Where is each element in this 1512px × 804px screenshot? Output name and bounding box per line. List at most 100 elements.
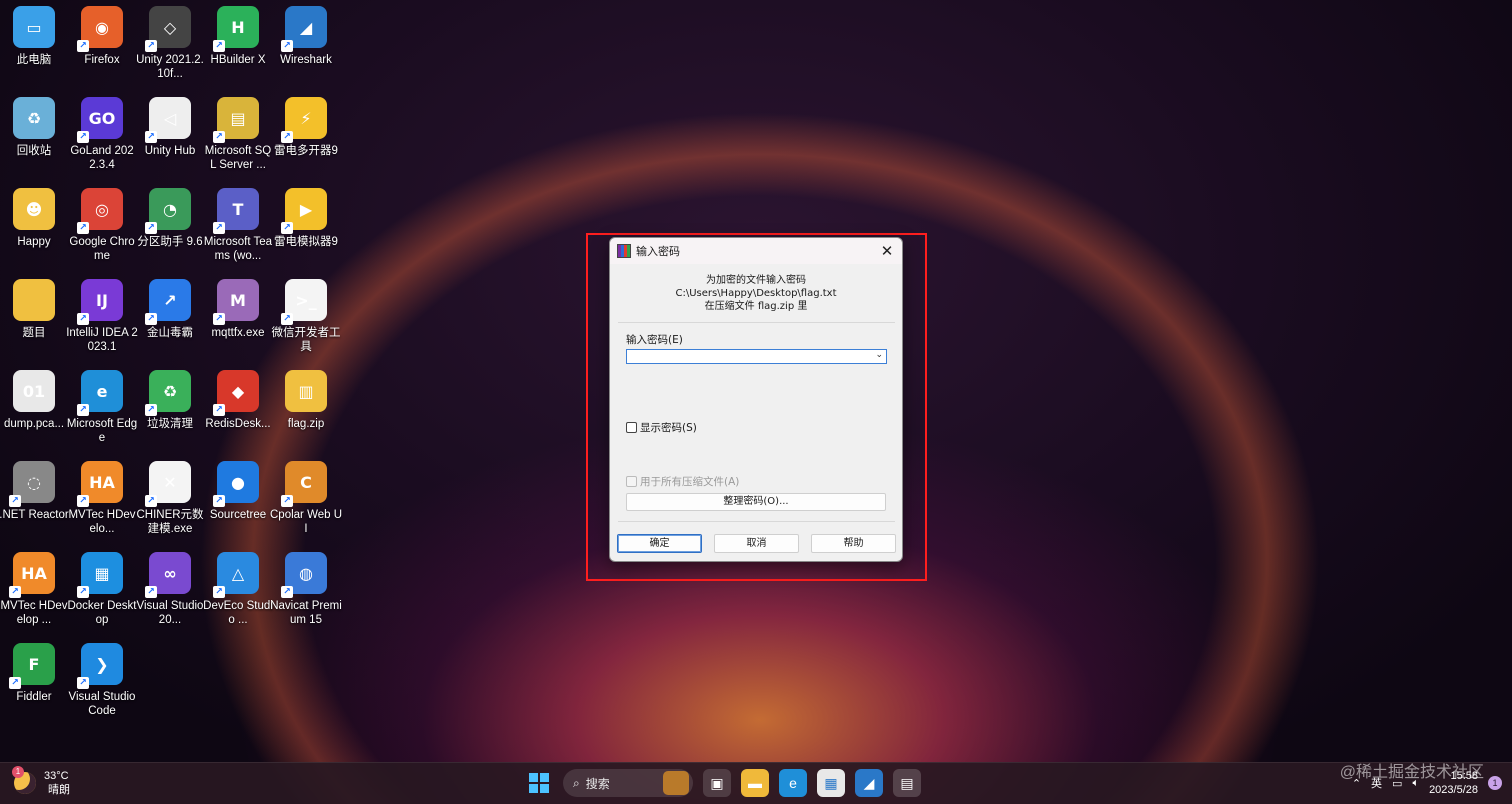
docker-icon: ▦ ↗ xyxy=(77,552,123,598)
cleaner-icon: ♻ ↗ xyxy=(145,370,191,416)
desktop-icon[interactable]: T ↗ Microsoft Teams (wo... xyxy=(204,184,272,270)
edge-taskbar-icon[interactable]: e xyxy=(779,769,807,797)
task-view-icon[interactable]: ▣ xyxy=(703,769,731,797)
desktop-icon[interactable]: ◌ ↗ .NET Reactor xyxy=(0,457,69,543)
shortcut-arrow-icon: ↗ xyxy=(145,404,157,416)
desktop-icon[interactable]: ◎ ↗ Google Chrome xyxy=(68,184,136,270)
cancel-button[interactable]: 取消 xyxy=(714,534,799,553)
show-password-label: 显示密码(S) xyxy=(640,422,697,434)
desktop-icon[interactable]: ◁ ↗ Unity Hub xyxy=(136,93,204,179)
desktop-icon-label: 回收站 xyxy=(16,145,52,157)
visual-studio-icon: ∞ ↗ xyxy=(145,552,191,598)
show-password-checkbox[interactable] xyxy=(626,422,637,433)
dialog-title: 输入密码 xyxy=(636,245,680,258)
weather-widget[interactable]: 1 33°C 晴朗 xyxy=(12,766,70,797)
desktop-icon-label: Happy xyxy=(17,236,51,248)
password-input[interactable]: ⌄ xyxy=(626,349,887,364)
desktop-icon[interactable]: >_ ↗ 微信开发者工具 xyxy=(271,275,341,361)
desktop-icon[interactable]: C ↗ Cpolar Web UI xyxy=(270,457,342,543)
close-icon[interactable]: ✕ xyxy=(876,241,898,261)
notification-badge[interactable]: 1 xyxy=(1488,776,1502,790)
desktop-icon-label: 垃圾清理 xyxy=(147,418,193,430)
desktop-icon[interactable]: ☻ Happy xyxy=(0,184,68,270)
net-reactor-icon: ◌ ↗ xyxy=(9,461,55,507)
desktop-icon[interactable]: ◆ ↗ RedisDesk... xyxy=(204,366,272,452)
desktop-icon[interactable]: GO ↗ GoLand 2022.3.4 xyxy=(68,93,136,179)
desktop-icon[interactable]: ◇ ↗ Unity 2021.2.10f... xyxy=(136,2,204,88)
shortcut-arrow-icon: ↗ xyxy=(145,40,157,52)
shortcut-arrow-icon: ↗ xyxy=(9,586,21,598)
shortcut-arrow-icon: ↗ xyxy=(9,495,21,507)
desktop-icon[interactable]: ▦ ↗ Docker Desktop xyxy=(67,548,137,634)
desktop-icon[interactable]: ▶ ↗ 雷电模拟器9 xyxy=(272,184,340,270)
unity-hub-icon: ◁ ↗ xyxy=(145,97,191,143)
shortcut-arrow-icon: ↗ xyxy=(145,495,157,507)
info-archive: 在压缩文件 flag.zip 里 xyxy=(704,301,808,312)
deveco-icon: △ ↗ xyxy=(213,552,259,598)
ok-button[interactable]: 确定 xyxy=(617,534,702,553)
all-archives-checkbox xyxy=(626,476,637,487)
edge-icon: e ↗ xyxy=(77,370,123,416)
search-icon: ⌕ xyxy=(573,775,580,790)
desktop-icon[interactable]: ▭ 此电脑 xyxy=(0,2,68,88)
desktop-icon[interactable]: F ↗ Fiddler xyxy=(0,639,68,725)
desktop-icon[interactable]: ◉ ↗ Firefox xyxy=(68,2,136,88)
binary-file-icon: 01 xyxy=(13,370,55,412)
taskbar-search[interactable]: ⌕ 搜索 xyxy=(563,769,693,797)
help-button[interactable]: 帮助 xyxy=(811,534,896,553)
desktop-icon[interactable]: M ↗ mqttfx.exe xyxy=(204,275,272,361)
desktop-icon[interactable]: 01 dump.pca... xyxy=(0,366,68,452)
wireshark-icon: ◢ ↗ xyxy=(281,6,327,52)
store-icon[interactable]: ▦ xyxy=(817,769,845,797)
mqtt-icon: M ↗ xyxy=(213,279,259,325)
file-explorer-icon[interactable]: ▬ xyxy=(741,769,769,797)
manage-passwords-button[interactable]: 整理密码(O)... xyxy=(626,493,886,511)
desktop-icon[interactable]: HA ↗ MVTec HDevelo... xyxy=(68,457,136,543)
shortcut-arrow-icon: ↗ xyxy=(145,586,157,598)
desktop-icon[interactable]: ▤ ↗ Microsoft SQL Server ... xyxy=(204,93,272,179)
shortcut-arrow-icon: ↗ xyxy=(281,40,293,52)
winrar-taskbar-icon[interactable]: ▤ xyxy=(893,769,921,797)
watermark: @稀土掘金技术社区 xyxy=(1339,764,1484,781)
start-icon[interactable] xyxy=(525,769,553,797)
desktop-icon[interactable]: ∞ ↗ Visual Studio 20... xyxy=(136,548,204,634)
desktop-icon[interactable]: ● ↗ Sourcetree xyxy=(204,457,272,543)
desktop-icon[interactable]: ♻ 回收站 xyxy=(0,93,68,179)
mvtec-icon: HA ↗ xyxy=(9,552,55,598)
desktop-icon-label: 雷电模拟器9 xyxy=(274,236,338,248)
desktop-icon-label: 此电脑 xyxy=(16,54,52,66)
shortcut-arrow-icon: ↗ xyxy=(213,586,225,598)
desktop-icon[interactable]: ◔ ↗ 分区助手 9.6 xyxy=(136,184,204,270)
desktop-icon[interactable]: ✕ ↗ CHINER元数建模.exe xyxy=(136,457,204,543)
desktop-icon[interactable]: ◍ ↗ Navicat Premium 15 xyxy=(270,548,342,634)
chevron-down-icon[interactable]: ⌄ xyxy=(875,350,883,360)
goland-icon: GO ↗ xyxy=(77,97,123,143)
desktop-icon[interactable]: IJ ↗ IntelliJ IDEA 2023.1 xyxy=(66,275,138,361)
desktop-icon[interactable]: ♻ ↗ 垃圾清理 xyxy=(136,366,204,452)
desktop-icon[interactable]: e ↗ Microsoft Edge xyxy=(67,366,137,452)
desktop-icon-label: 微信开发者工具 xyxy=(271,327,341,353)
sql-server-icon: ▤ ↗ xyxy=(213,97,259,143)
desktop-icon[interactable]: ↗ ↗ 金山毒霸 xyxy=(136,275,204,361)
desktop-icon-label: flag.zip xyxy=(287,418,325,430)
chiner-icon: ✕ ↗ xyxy=(145,461,191,507)
desktop-icon-label: Unity 2021.2.10f... xyxy=(136,54,204,80)
dialog-titlebar[interactable]: 输入密码 xyxy=(610,238,902,264)
taskbar: 1 33°C 晴朗 ⌕ 搜索 ▣ ▬ e ▦ ◢ ▤ ⌃ 英 ▭ 🔈︎ 15:5… xyxy=(0,762,1512,804)
desktop-icon[interactable]: HA ↗ MVTec HDevelop ... xyxy=(0,548,68,634)
desktop-icon[interactable]: 题目 xyxy=(0,275,68,361)
desktop-icon[interactable]: ▥ flag.zip xyxy=(272,366,340,452)
desktop-icon-label: Visual Studio Code xyxy=(68,691,136,717)
desktop-icon[interactable]: ◢ ↗ Wireshark xyxy=(272,2,340,88)
show-password-row[interactable]: 显示密码(S) xyxy=(626,420,697,435)
desktop-icon[interactable]: ⚡ ↗ 雷电多开器9 xyxy=(272,93,340,179)
user-folder-icon: ☻ xyxy=(13,188,55,230)
wireshark-taskbar-icon[interactable]: ◢ xyxy=(855,769,883,797)
desktop-icon[interactable]: H ↗ HBuilder X xyxy=(204,2,272,88)
shortcut-arrow-icon: ↗ xyxy=(281,131,293,143)
desktop-icon[interactable]: ❯ ↗ Visual Studio Code xyxy=(68,639,136,725)
desktop-icon[interactable]: △ ↗ DevEco Studio ... xyxy=(203,548,273,634)
desktop-icon-label: .NET Reactor xyxy=(0,509,69,521)
shortcut-arrow-icon: ↗ xyxy=(213,495,225,507)
desktop-icon-label: 题目 xyxy=(22,327,46,339)
